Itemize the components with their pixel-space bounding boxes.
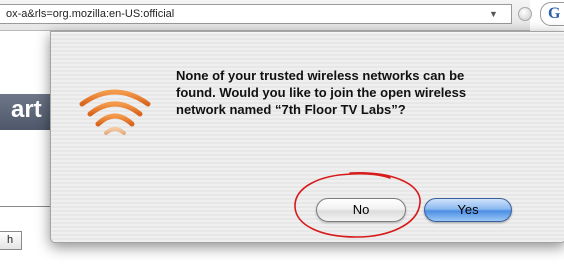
search-engine-icon[interactable]: G xyxy=(540,2,564,26)
browser-toolbar: ox-a&rls=org.mozilla:en-US:official ▼ xyxy=(0,0,532,31)
wifi-signal-icon xyxy=(79,89,151,135)
wifi-arc-faint xyxy=(104,127,126,135)
screen: ox-a&rls=org.mozilla:en-US:official ▼ G … xyxy=(0,0,564,276)
wifi-arc-inner xyxy=(95,113,135,127)
wifi-arc-middle xyxy=(87,101,143,117)
page-header-text: art xyxy=(11,96,42,123)
page-search-button[interactable]: h xyxy=(0,231,22,250)
url-field[interactable]: ox-a&rls=org.mozilla:en-US:official xyxy=(0,4,512,24)
annotation-circle xyxy=(294,172,421,238)
url-dropdown-icon[interactable]: ▼ xyxy=(489,9,498,19)
dialog-message: None of your trusted wireless networks c… xyxy=(176,68,467,117)
yes-button[interactable]: Yes xyxy=(424,198,512,222)
go-icon[interactable] xyxy=(518,7,532,21)
